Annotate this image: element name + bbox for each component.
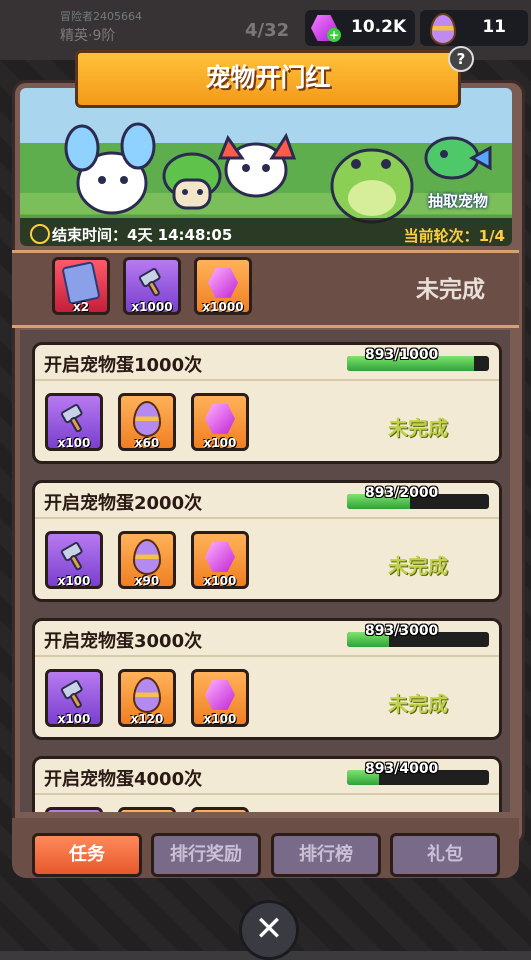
frog-pet-icon	[330, 148, 414, 224]
background-player-rank: 精英·9阶	[60, 28, 116, 44]
task-name: 开启宠物蛋2000次	[44, 493, 203, 514]
mushroom-pet-icon	[162, 152, 222, 210]
egg-icon	[133, 400, 161, 437]
reward-quantity: x2	[72, 300, 90, 314]
task-status: 未完成	[388, 692, 448, 716]
task-progress-text: 893/3000	[365, 623, 439, 639]
reward-item[interactable]: x60	[118, 393, 176, 451]
egg-icon	[133, 676, 161, 713]
task-card: 开启宠物蛋2000次 893/2000 未完成 x100 x90 x100	[32, 480, 502, 602]
task-status: 未完成	[388, 554, 448, 578]
reward-quantity: x1000	[131, 300, 173, 314]
reward-quantity: x100	[203, 574, 237, 588]
reward-quantity: x100	[203, 712, 237, 726]
reward-quantity: x100	[203, 436, 237, 450]
tab-rank-rewards[interactable]: 排行奖励	[151, 833, 261, 877]
add-gems-icon[interactable]: +	[327, 28, 341, 42]
gem-icon	[208, 267, 238, 298]
task-list[interactable]: 开启宠物蛋1000次 893/1000 未完成 x100 x60 x100 开启宠物蛋200…	[20, 330, 510, 812]
reward-item[interactable]: x120	[118, 669, 176, 727]
reward-quantity: x1000	[202, 300, 244, 314]
reward-quantity: x100	[57, 712, 91, 726]
egg-icon	[430, 13, 456, 45]
fox-pet-icon	[217, 132, 297, 198]
reward-item[interactable]	[118, 807, 176, 812]
reward-item[interactable]	[191, 807, 249, 812]
reward-item[interactable]: x100	[45, 669, 103, 727]
task-progress-text: 893/2000	[365, 485, 439, 501]
reward-item[interactable]: x100	[191, 393, 249, 451]
task-progress-text: 893/4000	[365, 761, 439, 777]
task-name: 开启宠物蛋3000次	[44, 631, 203, 652]
background-count: 4/32	[245, 20, 290, 41]
egg-currency: 11	[420, 10, 528, 46]
task-card: 开启宠物蛋1000次 893/1000 未完成 x100 x60 x100	[32, 342, 502, 464]
bird-pet-icon	[424, 136, 492, 180]
reward-item[interactable]: x90	[118, 531, 176, 589]
reward-item[interactable]: x1000	[123, 257, 181, 315]
card-icon	[61, 260, 101, 305]
reward-quantity: x100	[57, 436, 91, 450]
event-title-plate: 宠物开门红	[75, 50, 461, 108]
gem-icon	[205, 679, 235, 710]
task-name: 开启宠物蛋1000次	[44, 355, 203, 376]
gem-icon	[205, 541, 235, 572]
draw-pet-button[interactable]: 抽取宠物	[428, 190, 488, 211]
blue-pet-icon	[64, 122, 156, 215]
gem-currency[interactable]: + 10.2K	[305, 10, 415, 46]
tab-tasks[interactable]: 任务	[32, 833, 142, 877]
reward-quantity: x100	[57, 574, 91, 588]
hammer-icon	[60, 541, 83, 571]
task-progress-text: 893/1000	[365, 347, 439, 363]
reward-quantity: x90	[134, 574, 160, 588]
reward-item[interactable]: x100	[45, 531, 103, 589]
gem-count: 10.2K	[351, 17, 407, 37]
task-name: 开启宠物蛋4000次	[44, 769, 203, 790]
tab-gift-pack[interactable]: 礼包	[390, 833, 500, 877]
reward-quantity: x120	[130, 712, 164, 726]
task-status: 未完成	[388, 416, 448, 440]
task-card: 开启宠物蛋3000次 893/3000 未完成 x100 x120 x100	[32, 618, 502, 740]
hammer-icon	[138, 267, 161, 297]
help-icon[interactable]: ?	[448, 46, 474, 72]
end-time-label: 结束时间：4天 14:48:05	[52, 226, 233, 244]
reward-item[interactable]: x100	[45, 393, 103, 451]
gem-icon	[205, 403, 235, 434]
reward-item[interactable]	[45, 807, 103, 812]
reward-item[interactable]: x1000	[194, 257, 252, 315]
final-reward-status: 未完成	[416, 277, 485, 303]
egg-count: 11	[482, 17, 506, 37]
task-card: 开启宠物蛋4000次 893/4000	[32, 756, 502, 812]
tab-leaderboard[interactable]: 排行榜	[271, 833, 381, 877]
reward-item[interactable]: x100	[191, 669, 249, 727]
reward-quantity: x60	[134, 436, 160, 450]
round-label: 当前轮次：1/4	[403, 227, 505, 245]
background-player-id: 冒险者2405664	[60, 10, 142, 23]
hammer-icon	[60, 403, 83, 433]
clock-icon	[30, 224, 50, 244]
event-title: 宠物开门红	[205, 63, 331, 92]
reward-item[interactable]: x100	[191, 531, 249, 589]
event-banner	[20, 88, 512, 246]
close-icon[interactable]: ✕	[239, 900, 299, 960]
reward-item[interactable]: x2	[52, 257, 110, 315]
hammer-icon	[60, 679, 83, 709]
egg-icon	[133, 538, 161, 575]
